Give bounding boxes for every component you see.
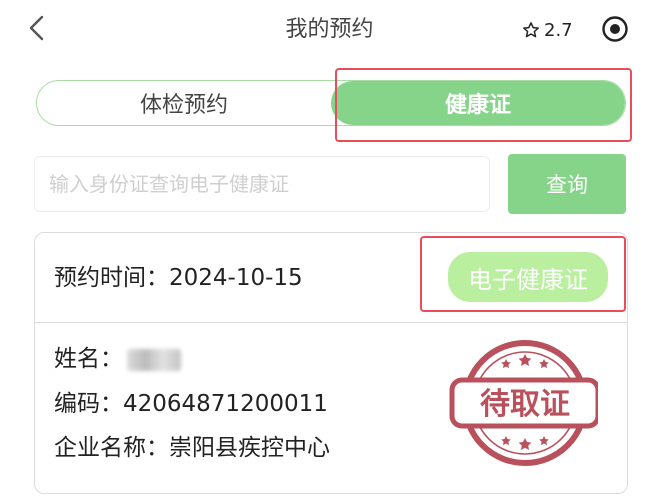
id-search-input[interactable] [35,157,489,211]
pending-stamp: 待取证 [448,340,601,470]
target-icon [602,16,628,42]
appointment-time-label: 预约时间： [54,265,169,291]
code-value: 42064871200011 [123,391,328,417]
star-outline-icon [523,22,539,38]
name-row: 姓名： [54,343,181,375]
org-label: 企业名称： [54,435,169,461]
code-label: 编码： [54,391,123,417]
rating-value: 2.7 [544,19,573,41]
org-row: 企业名称：崇阳县疾控中心 [54,432,330,464]
stamp-text: 待取证 [480,387,570,422]
stamp-graphic: 待取证 [449,340,601,466]
appointment-time-value: 2024-10-15 [169,265,303,291]
name-label: 姓名： [54,346,123,372]
menu-button[interactable] [600,14,630,44]
query-button[interactable]: 查询 [508,154,626,214]
e-health-certificate-button[interactable]: 电子健康证 [448,252,608,302]
name-value-redacted [127,348,181,371]
tab-physical-exam[interactable]: 体检预约 [37,81,331,125]
tab-bar: 体检预约 健康证 [36,80,626,126]
code-row: 编码：42064871200011 [54,388,328,420]
tab-health-certificate[interactable]: 健康证 [331,81,625,125]
appointment-time: 预约时间：2024-10-15 [54,262,303,294]
rating-button[interactable]: 2.7 [522,16,573,44]
org-value: 崇阳县疾控中心 [169,435,330,461]
card-divider [34,322,628,323]
search-field [34,156,490,212]
